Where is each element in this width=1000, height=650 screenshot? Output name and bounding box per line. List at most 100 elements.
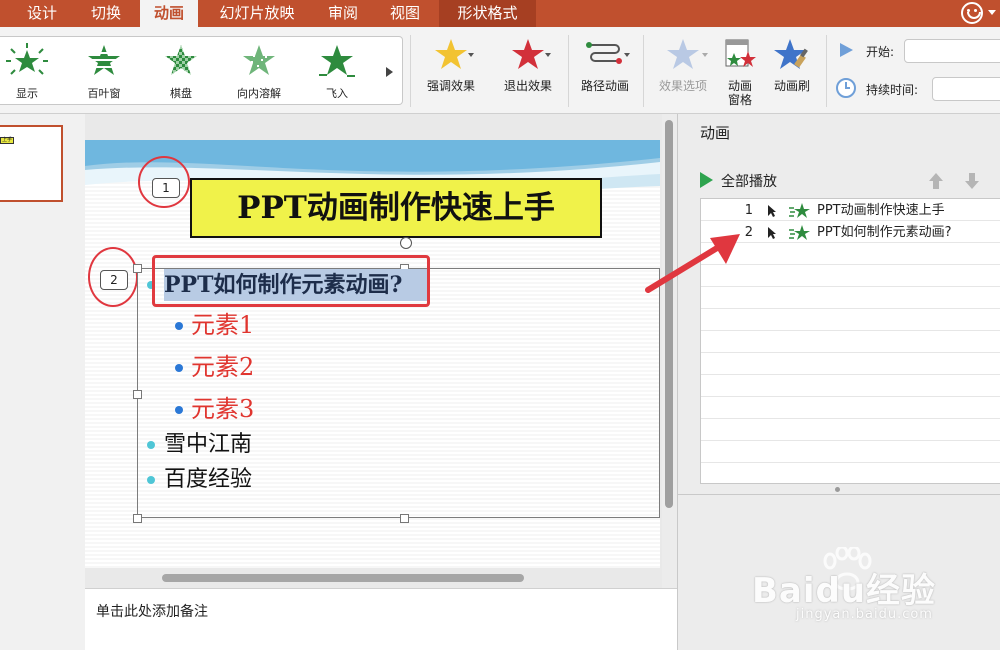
duration-clock-icon bbox=[836, 78, 856, 98]
exit-effects-button[interactable]: 退出效果 bbox=[497, 37, 559, 93]
animation-pane-icon bbox=[725, 39, 756, 67]
play-icon bbox=[700, 172, 713, 188]
ribbon-tab-bar: 设计 切换 动画 幻灯片放映 审阅 视图 形状格式 bbox=[0, 0, 1000, 27]
emphasis-effects-button[interactable]: 强调效果 bbox=[420, 37, 482, 93]
horizontal-scroll-thumb[interactable] bbox=[162, 574, 524, 582]
duration-label: 持续时间: bbox=[866, 83, 919, 97]
effect-checkerboard[interactable]: 棋盘 bbox=[146, 43, 216, 101]
slide-title-box[interactable]: PPT动画制作快速上手 bbox=[190, 178, 602, 238]
slide-thumbnail[interactable]: 上手 bbox=[0, 125, 63, 202]
list-resize-grip[interactable] bbox=[835, 487, 840, 492]
entrance-effect-icon bbox=[789, 203, 810, 218]
ribbon-divider bbox=[568, 35, 569, 107]
animation-list-item[interactable]: 1 PPT动画制作快速上手 bbox=[701, 200, 1000, 221]
resize-handle[interactable] bbox=[133, 514, 142, 523]
tab-shape-format[interactable]: 形状格式 bbox=[439, 0, 536, 27]
notes-pane[interactable]: 单击此处添加备注 bbox=[85, 588, 677, 650]
bullet-4[interactable]: 雪中江南 bbox=[164, 429, 252, 461]
emphasis-effects-label: 强调效果 bbox=[426, 79, 475, 93]
panel-divider bbox=[678, 494, 1000, 495]
motion-paths-button[interactable]: 路径动画 bbox=[574, 37, 636, 93]
bullet-sub-3[interactable]: 元素3 bbox=[191, 392, 254, 426]
bullet-dot bbox=[175, 322, 183, 330]
effect-blinds-label: 百叶窗 bbox=[87, 87, 121, 100]
play-all-label: 全部播放 bbox=[721, 174, 777, 190]
effect-blinds[interactable]: 百叶窗 bbox=[69, 43, 139, 101]
effect-options-button: 效果选项 bbox=[652, 37, 714, 93]
entrance-effect-icon bbox=[789, 225, 810, 240]
bullet-dot bbox=[175, 364, 183, 372]
animation-pane-label: 动画窗格 bbox=[727, 79, 752, 107]
effect-dissolve-in-label: 向内溶解 bbox=[237, 87, 281, 100]
duration-input[interactable] bbox=[932, 77, 1000, 101]
resize-handle[interactable] bbox=[400, 514, 409, 523]
feedback-smiley-icon[interactable] bbox=[961, 2, 983, 24]
emphasis-star-icon bbox=[435, 39, 467, 69]
vertical-scroll-thumb[interactable] bbox=[665, 120, 673, 508]
slide-canvas: PPT动画制作快速上手 1 2 PPT如何制作元素动画? 元素1 元素2 元素3… bbox=[85, 140, 660, 568]
notes-placeholder[interactable]: 单击此处添加备注 bbox=[96, 601, 208, 621]
annotation-highlight-rectangle bbox=[152, 255, 430, 307]
bullet-sub-2[interactable]: 元素2 bbox=[191, 350, 254, 384]
editor-vertical-scrollbar[interactable] bbox=[662, 114, 677, 588]
ribbon-divider bbox=[826, 35, 827, 107]
on-click-cursor-icon bbox=[768, 205, 776, 217]
effect-appear[interactable]: 显示 bbox=[0, 43, 62, 101]
ribbon-divider bbox=[410, 35, 411, 107]
baidu-jingyan-watermark: Baidu经验 jingyan.baidu.com bbox=[752, 541, 1000, 650]
animation-painter-label: 动画刷 bbox=[773, 79, 810, 93]
tab-design[interactable]: 设计 bbox=[18, 0, 66, 27]
start-select[interactable] bbox=[904, 39, 1000, 63]
tab-animations[interactable]: 动画 bbox=[140, 0, 198, 27]
motion-path-icon bbox=[586, 42, 622, 64]
on-click-cursor-icon bbox=[768, 227, 776, 239]
effect-options-dropdown-icon bbox=[702, 53, 708, 57]
thumbnail-title-box: 上手 bbox=[0, 137, 14, 144]
fly-in-star-icon bbox=[319, 45, 355, 77]
animation-pane-title: 动画 bbox=[700, 124, 731, 142]
gallery-more-arrow-icon[interactable] bbox=[386, 67, 393, 77]
tab-view[interactable]: 视图 bbox=[380, 0, 430, 27]
resize-handle[interactable] bbox=[133, 390, 142, 399]
effect-options-star-icon bbox=[667, 39, 699, 69]
effect-checkerboard-label: 棋盘 bbox=[170, 87, 192, 100]
ribbon-divider bbox=[643, 35, 644, 107]
tab-transitions[interactable]: 切换 bbox=[80, 0, 132, 27]
feedback-dropdown-icon[interactable] bbox=[988, 10, 996, 15]
rotate-handle-icon[interactable] bbox=[400, 237, 412, 249]
animation-pane-button[interactable]: 动画窗格 bbox=[718, 37, 762, 107]
move-down-arrow-icon[interactable] bbox=[964, 172, 980, 190]
animation-order-number: 1 bbox=[744, 203, 753, 218]
annotation-circle-1 bbox=[138, 156, 190, 208]
tab-slideshow[interactable]: 幻灯片放映 bbox=[208, 0, 306, 27]
start-play-icon bbox=[840, 43, 853, 57]
motion-paths-dropdown-icon[interactable] bbox=[624, 53, 630, 57]
bullet-sub-1[interactable]: 元素1 bbox=[191, 308, 254, 342]
entrance-effect-gallery: 显示 百叶窗 棋盘 向内溶解 飞入 bbox=[0, 36, 403, 105]
animation-item-name: PPT动画制作快速上手 bbox=[817, 203, 945, 218]
exit-star-icon bbox=[512, 39, 544, 69]
tab-review[interactable]: 审阅 bbox=[318, 0, 368, 27]
annotation-circle-2 bbox=[88, 247, 138, 307]
effect-fly-in[interactable]: 飞入 bbox=[302, 43, 372, 101]
slide-editor: PPT动画制作快速上手 1 2 PPT如何制作元素动画? 元素1 元素2 元素3… bbox=[85, 114, 677, 588]
exit-effects-label: 退出效果 bbox=[503, 79, 552, 93]
appear-star-icon bbox=[6, 43, 48, 75]
emphasis-dropdown-icon[interactable] bbox=[468, 53, 474, 57]
effect-options-label: 效果选项 bbox=[658, 79, 707, 93]
start-label: 开始: bbox=[866, 45, 895, 59]
effect-fly-in-label: 飞入 bbox=[326, 87, 348, 100]
bullet-dot bbox=[175, 406, 183, 414]
motion-paths-label: 路径动画 bbox=[580, 79, 629, 93]
effect-appear-label: 显示 bbox=[16, 87, 38, 100]
effect-dissolve-in[interactable]: 向内溶解 bbox=[224, 43, 294, 101]
checkerboard-star-icon bbox=[165, 45, 197, 75]
watermark-brand: Baidu经验 bbox=[752, 571, 937, 611]
animation-painter-button[interactable]: 动画刷 bbox=[766, 37, 818, 93]
bullet-dot bbox=[147, 441, 155, 449]
blinds-star-icon bbox=[84, 45, 124, 75]
resize-handle[interactable] bbox=[133, 264, 142, 273]
exit-dropdown-icon[interactable] bbox=[545, 53, 551, 57]
bullet-5[interactable]: 百度经验 bbox=[164, 464, 252, 496]
move-up-arrow-icon[interactable] bbox=[928, 172, 944, 190]
